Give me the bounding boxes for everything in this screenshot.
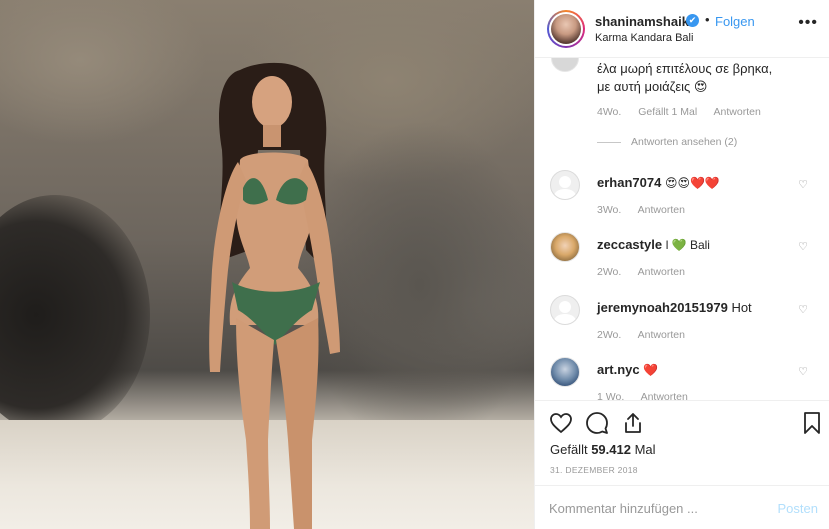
story-ring[interactable]: [547, 10, 585, 48]
comment-text: l 💚 Bali: [665, 238, 710, 252]
comment-username[interactable]: zeccastyle: [597, 237, 662, 252]
save-bookmark-icon[interactable]: [800, 411, 824, 435]
comment-username[interactable]: art.nyc: [597, 362, 640, 377]
avatar[interactable]: [550, 232, 580, 262]
comment-text: Hot: [731, 300, 752, 315]
comment-body: erhan7074 😍😍❤️❤️: [597, 175, 720, 190]
list-item: zeccastyle l 💚 Bali 2Wo. Antworten ♡: [535, 232, 829, 294]
comment-likes[interactable]: Gefällt 1 Mal: [638, 106, 697, 118]
follow-button[interactable]: Folgen: [715, 14, 755, 29]
comment-meta: 3Wo. Antworten: [597, 204, 699, 216]
share-icon[interactable]: [621, 411, 645, 435]
avatar[interactable]: [550, 357, 580, 387]
list-item: art.nyc ❤️ 1 Wo. Antworten ♡: [535, 357, 829, 400]
post-date[interactable]: 31. DEZEMBER 2018: [550, 465, 638, 475]
location-link[interactable]: Karma Kandara Bali: [595, 32, 693, 44]
comment-time[interactable]: 2Wo.: [597, 266, 621, 278]
comment-meta: 4Wo. Gefällt 1 Mal Antworten: [597, 106, 775, 118]
reply-button[interactable]: Antworten: [638, 204, 685, 216]
avatar[interactable]: [550, 295, 580, 325]
more-options-icon[interactable]: •••: [798, 14, 818, 32]
list-item: jeremynoah20151979 Hot 2Wo. Antworten ♡: [535, 295, 829, 357]
comment-body: art.nyc ❤️: [597, 362, 658, 377]
comment-username[interactable]: erhan7074: [597, 175, 661, 190]
comments-list[interactable]: έλα μωρή επιτέλους σε βρηκα, με αυτή μοι…: [535, 58, 829, 400]
woman-figure: [209, 62, 340, 529]
comment-meta: 1 Wo. Antworten: [597, 391, 702, 400]
post-side-panel: shaninamshaik ✔ • Folgen Karma Kandara B…: [534, 0, 829, 529]
likes-count[interactable]: Gefällt 59.412 Mal: [550, 442, 656, 457]
post-comment-button[interactable]: Posten: [778, 501, 818, 516]
post-photo[interactable]: [0, 0, 534, 529]
reply-button[interactable]: Antworten: [638, 329, 685, 341]
comment-body: jeremynoah20151979 Hot: [597, 300, 752, 315]
like-comment-heart-icon[interactable]: ♡: [798, 240, 808, 253]
comment-body: zeccastyle l 💚 Bali: [597, 237, 710, 252]
comment-bubble-icon[interactable]: [585, 411, 609, 435]
avatar[interactable]: [551, 58, 579, 72]
like-comment-heart-icon[interactable]: ♡: [798, 178, 808, 191]
avatar[interactable]: [551, 14, 581, 44]
reply-button[interactable]: Antworten: [714, 106, 761, 118]
comment-text: έλα μωρή επιτέλους σε βρηκα, με αυτή μοι…: [597, 61, 773, 94]
like-comment-heart-icon[interactable]: ♡: [798, 303, 808, 316]
comment-time[interactable]: 3Wo.: [597, 204, 621, 216]
comment-text: 😍😍❤️❤️: [664, 176, 720, 190]
comment-time[interactable]: 4Wo.: [597, 106, 621, 118]
add-comment-bar: Posten: [535, 485, 829, 529]
like-comment-heart-icon[interactable]: ♡: [798, 365, 808, 378]
comment-text: ❤️: [643, 363, 659, 377]
list-item: erhan7074 😍😍❤️❤️ 3Wo. Antworten ♡: [535, 170, 829, 232]
separator-dot: •: [705, 12, 710, 27]
like-heart-icon[interactable]: [549, 411, 573, 435]
comment-time[interactable]: 2Wo.: [597, 329, 621, 341]
comment-time[interactable]: 1 Wo.: [597, 391, 624, 400]
verified-icon: ✔: [686, 14, 699, 27]
comment-meta: 2Wo. Antworten: [597, 329, 699, 341]
view-replies-button[interactable]: Antworten ansehen (2): [597, 136, 737, 148]
comment-username[interactable]: jeremynoah20151979: [597, 300, 728, 315]
reply-button[interactable]: Antworten: [641, 391, 688, 400]
comment-input[interactable]: [549, 498, 759, 518]
post-header: shaninamshaik ✔ • Folgen Karma Kandara B…: [535, 0, 829, 58]
reply-button[interactable]: Antworten: [638, 266, 685, 278]
author-username[interactable]: shaninamshaik: [595, 14, 689, 29]
comment-meta: 2Wo. Antworten: [597, 266, 699, 278]
avatar[interactable]: [550, 170, 580, 200]
post-actions: Gefällt 59.412 Mal 31. DEZEMBER 2018: [535, 400, 829, 485]
